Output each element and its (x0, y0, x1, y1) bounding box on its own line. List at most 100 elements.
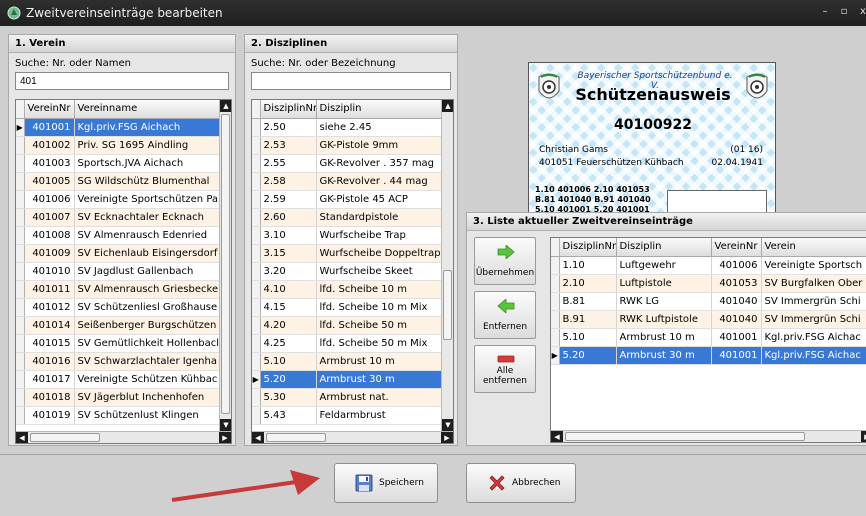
verein-row[interactable]: 401014 Seißenberger Burgschützen (16, 316, 220, 335)
row-indicator[interactable] (252, 334, 261, 353)
column-header-vereinnr[interactable]: VereinNr (24, 100, 75, 119)
table-cell[interactable]: 401015 (24, 334, 75, 353)
table-cell[interactable]: Kgl.priv.FSG Aichach (74, 118, 220, 137)
row-indicator[interactable]: ▶ (551, 346, 560, 365)
row-indicator[interactable] (551, 310, 560, 329)
table-cell[interactable]: SV Jagdlust Gallenbach (74, 262, 220, 281)
disziplin-row[interactable]: 2.59 GK-Pistole 45 ACP (252, 190, 442, 209)
table-cell[interactable]: Wurfscheibe Skeet (316, 262, 442, 281)
table-cell[interactable]: 5.43 (260, 406, 317, 425)
verein-row[interactable]: 401006 Vereinigte Sportschützen Pa (16, 190, 220, 209)
eintrag-row[interactable]: 2.10 Luftpistole 401053 SV Burgfalken Ober (551, 274, 866, 293)
row-indicator[interactable] (252, 406, 261, 425)
table-cell[interactable]: Seißenberger Burgschützen (74, 316, 220, 335)
row-indicator[interactable] (16, 316, 25, 335)
scroll-thumb[interactable] (221, 114, 230, 414)
row-indicator[interactable] (252, 118, 261, 137)
close-button[interactable]: x (856, 6, 866, 17)
table-cell[interactable]: Wurfscheibe Doppeltrap (316, 244, 442, 263)
table-cell[interactable]: 401007 (24, 208, 75, 227)
row-indicator[interactable] (16, 136, 25, 155)
column-header-vereinname[interactable]: Vereinname (74, 100, 220, 119)
table-cell[interactable]: 5.10 (559, 328, 617, 347)
disziplin-row[interactable]: 2.55 GK-Revolver . 357 mag (252, 154, 442, 173)
table-cell[interactable]: 2.58 (260, 172, 317, 191)
table-cell[interactable]: Sportsch.JVA Aichach (74, 154, 220, 173)
table-cell[interactable]: Vereinigte Schützen Kühbac (74, 370, 220, 389)
row-indicator[interactable] (252, 262, 261, 281)
table-cell[interactable]: SV Burgfalken Ober (761, 274, 866, 293)
verein-row[interactable]: 401008 SV Almenrausch Edenried (16, 226, 220, 245)
table-cell[interactable]: 401008 (24, 226, 75, 245)
verein-row[interactable]: 401015 SV Gemütlichkeit Hollenbacl (16, 334, 220, 353)
liste-horizontal-scrollbar[interactable]: ◀ ▶ (551, 430, 866, 442)
verein-search-input[interactable] (15, 72, 229, 90)
table-cell[interactable]: 401006 (24, 190, 75, 209)
maximize-button[interactable]: ▫ (837, 6, 851, 17)
column-header-disziplin[interactable]: Disziplin (316, 100, 442, 119)
scroll-right-arrow-icon[interactable]: ▶ (861, 431, 866, 442)
scroll-up-arrow-icon[interactable]: ▲ (442, 100, 453, 112)
table-cell[interactable]: 401017 (24, 370, 75, 389)
verein-row[interactable]: 401003 Sportsch.JVA Aichach (16, 154, 220, 173)
table-cell[interactable]: 2.53 (260, 136, 317, 155)
scroll-left-arrow-icon[interactable]: ◀ (16, 432, 28, 443)
table-cell[interactable]: Vereinigte Sportschützen Pa (74, 190, 220, 209)
cancel-button[interactable]: Abbrechen (466, 463, 576, 503)
table-cell[interactable]: 401002 (24, 136, 75, 155)
table-cell[interactable]: 5.30 (260, 388, 317, 407)
verein-row[interactable]: 401018 SV Jägerblut Inchenhofen (16, 388, 220, 407)
column-header-disziplinnr[interactable]: DisziplinNr (559, 238, 617, 257)
disziplin-row[interactable]: 5.43 Feldarmbrust (252, 406, 442, 425)
disziplin-row[interactable]: 3.10 Wurfscheibe Trap (252, 226, 442, 245)
table-cell[interactable]: 401040 (711, 310, 762, 329)
table-cell[interactable]: siehe 2.45 (316, 118, 442, 137)
table-cell[interactable]: 5.10 (260, 352, 317, 371)
table-cell[interactable]: 401006 (711, 256, 762, 275)
row-indicator[interactable]: ▶ (16, 118, 25, 137)
scroll-left-arrow-icon[interactable]: ◀ (551, 431, 563, 442)
table-cell[interactable]: SG Wildschütz Blumenthal (74, 172, 220, 191)
table-cell[interactable]: Luftgewehr (616, 256, 712, 275)
table-cell[interactable]: 401018 (24, 388, 75, 407)
table-cell[interactable]: 401005 (24, 172, 75, 191)
disziplin-row[interactable]: 4.10 lfd. Scheibe 10 m (252, 280, 442, 299)
table-cell[interactable]: SV Eichenlaub Eisingersdorf (74, 244, 220, 263)
table-cell[interactable]: 401001 (24, 118, 75, 137)
row-indicator[interactable] (252, 136, 261, 155)
verein-row[interactable]: ▶ 401001 Kgl.priv.FSG Aichach (16, 118, 220, 137)
table-cell[interactable]: 2.60 (260, 208, 317, 227)
table-cell[interactable]: SV Gemütlichkeit Hollenbacl (74, 334, 220, 353)
row-indicator[interactable] (16, 334, 25, 353)
alle-entfernen-button[interactable]: Alle entfernen (474, 345, 536, 393)
table-cell[interactable]: Wurfscheibe Trap (316, 226, 442, 245)
row-indicator[interactable] (16, 352, 25, 371)
uebernehmen-button[interactable]: Übernehmen (474, 237, 536, 285)
row-indicator[interactable] (16, 298, 25, 317)
table-cell[interactable]: 401003 (24, 154, 75, 173)
row-indicator[interactable] (252, 316, 261, 335)
table-cell[interactable]: Armbrust nat. (316, 388, 442, 407)
table-cell[interactable]: SV Schwarzlachtaler Igenha (74, 352, 220, 371)
table-cell[interactable]: 4.20 (260, 316, 317, 335)
row-indicator[interactable] (16, 280, 25, 299)
table-cell[interactable]: 401019 (24, 406, 75, 425)
save-button[interactable]: Speichern (334, 463, 438, 503)
table-cell[interactable]: SV Immergrün Schi (761, 310, 866, 329)
disziplinen-vertical-scrollbar[interactable]: ▲ ▼ (441, 100, 453, 431)
eintrag-row[interactable]: B.91 RWK Luftpistole 401040 SV Immergrün Sc… (551, 310, 866, 329)
eintrag-row[interactable]: 1.10 Luftgewehr 401006 Vereinigte Sportsch (551, 256, 866, 275)
table-cell[interactable]: Kgl.priv.FSG Aichac (761, 328, 866, 347)
verein-row[interactable]: 401010 SV Jagdlust Gallenbach (16, 262, 220, 281)
table-cell[interactable]: Standardpistole (316, 208, 442, 227)
scroll-down-arrow-icon[interactable]: ▼ (442, 419, 453, 431)
table-cell[interactable]: SV Ecknachtaler Ecknach (74, 208, 220, 227)
table-cell[interactable]: GK-Revolver . 44 mag (316, 172, 442, 191)
disziplinen-search-input[interactable] (251, 72, 451, 90)
row-indicator[interactable] (16, 190, 25, 209)
table-cell[interactable]: Kgl.priv.FSG Aichac (761, 346, 866, 365)
row-indicator[interactable] (16, 388, 25, 407)
disziplin-row[interactable]: 4.15 lfd. Scheibe 10 m Mix (252, 298, 442, 317)
row-indicator[interactable] (252, 172, 261, 191)
row-indicator[interactable] (551, 292, 560, 311)
